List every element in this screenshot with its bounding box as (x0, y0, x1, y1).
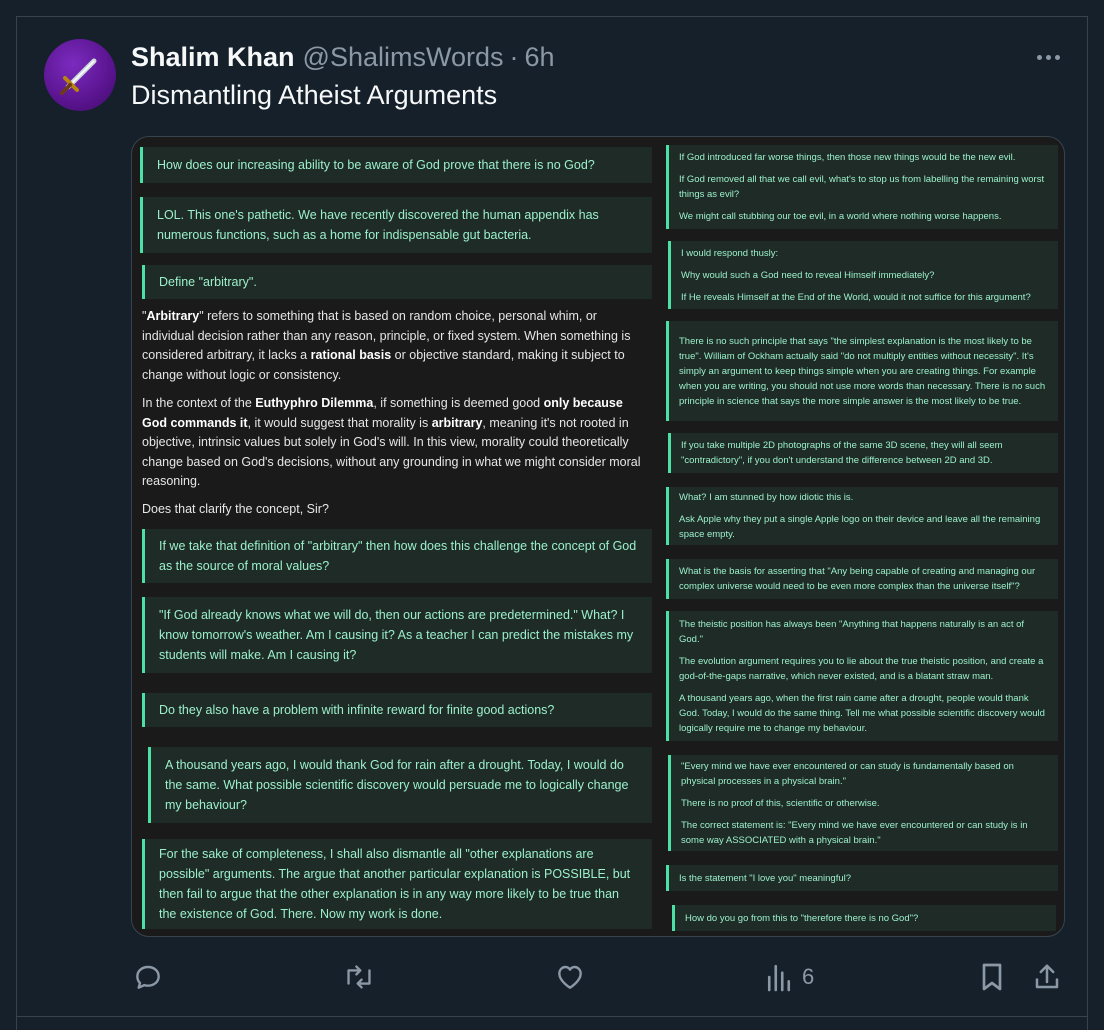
reply-button[interactable] (132, 960, 164, 994)
quote-block: If God introduced far worse things, then… (666, 145, 1058, 229)
author-name[interactable]: Shalim Khan (131, 42, 295, 73)
image-right-column: If God introduced far worse things, then… (664, 137, 1064, 936)
quote-text: Do they also have a problem with infinit… (159, 703, 555, 717)
views-button[interactable]: 6 (766, 960, 814, 994)
quote-text: How does our increasing ability to be aw… (157, 158, 595, 172)
response-paragraph: "Arbitrary" refers to something that is … (142, 309, 631, 382)
timeline-border-right (1087, 16, 1088, 1030)
response-paragraph: In the context of the Euthyphro Dilemma,… (142, 396, 641, 489)
share-button[interactable] (1032, 960, 1062, 994)
quote-block: If we take that definition of "arbitrary… (142, 529, 652, 583)
views-icon (767, 964, 791, 992)
bookmark-button[interactable] (977, 960, 1007, 994)
timeline-divider-top (16, 16, 1088, 17)
quote-block: The theistic position has always been "A… (666, 611, 1058, 741)
sword-icon (60, 58, 97, 95)
quote-text: Define "arbitrary". (159, 275, 257, 289)
like-button[interactable] (554, 960, 586, 994)
quote-block: How do you go from this to "therefore th… (672, 905, 1056, 931)
tweet-text: Dismantling Atheist Arguments (131, 80, 498, 110)
timeline-divider-bottom (16, 1016, 1088, 1017)
quote-block: A thousand years ago, I would thank God … (148, 747, 652, 823)
quote-text: A thousand years ago, I would thank God … (165, 758, 629, 812)
quote-text: If we take that definition of "arbitrary… (159, 539, 637, 573)
quote-block: What? I am stunned by how idiotic this i… (666, 487, 1058, 545)
bookmark-icon (982, 963, 1002, 991)
author-handle[interactable]: @ShalimsWords (303, 42, 504, 73)
quote-text: "If God already knows what we will do, t… (159, 608, 634, 662)
timeline-border-left (16, 16, 17, 1030)
quote-text: LOL. This one's pathetic. We have recent… (157, 208, 599, 242)
tweet-header: Shalim Khan @ShalimsWords · 6h (131, 40, 555, 74)
more-dot-icon (1054, 54, 1060, 60)
retweet-icon (347, 965, 371, 989)
quote-block: I would respond thusly: Why would such a … (668, 241, 1058, 309)
share-icon (1035, 964, 1059, 989)
quote-block: What is the basis for asserting that "An… (666, 559, 1058, 599)
quote-block: Do they also have a problem with infinit… (142, 693, 652, 727)
tweet-image[interactable]: How does our increasing ability to be aw… (131, 136, 1065, 937)
quote-block: Define "arbitrary". (142, 265, 652, 299)
quote-block: There is no such principle that says "th… (666, 321, 1058, 421)
quote-block: For the sake of completeness, I shall al… (142, 839, 652, 929)
quote-block: Is the statement "I love you" meaningful… (666, 865, 1058, 891)
quote-block: LOL. This one's pathetic. We have recent… (140, 197, 652, 253)
image-left-column: How does our increasing ability to be aw… (132, 137, 662, 936)
quote-block: If you take multiple 2D photographs of t… (668, 433, 1058, 473)
quote-block: "Every mind we have ever encountered or … (668, 755, 1058, 851)
more-dot-icon (1036, 54, 1042, 60)
retweet-button[interactable] (342, 960, 376, 994)
heart-icon (558, 965, 582, 989)
timestamp[interactable]: 6h (525, 42, 555, 73)
quote-text: For the sake of completeness, I shall al… (159, 847, 631, 921)
more-dot-icon (1045, 54, 1051, 60)
quote-block: How does our increasing ability to be aw… (140, 147, 652, 183)
views-count: 6 (802, 964, 815, 989)
response-paragraph: Does that clarify the concept, Sir? (142, 502, 329, 516)
avatar[interactable] (44, 39, 116, 111)
more-options-button[interactable] (1030, 44, 1066, 70)
reply-icon (136, 965, 160, 989)
quote-block: "If God already knows what we will do, t… (142, 597, 652, 673)
separator: · (509, 41, 519, 72)
